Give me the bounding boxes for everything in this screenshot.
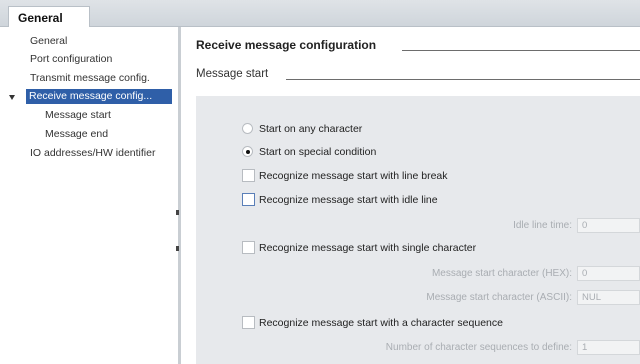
start-char-hex-input[interactable]: 0: [577, 266, 640, 281]
section-title: Receive message configuration: [196, 38, 377, 52]
option-label: Recognize message start with line break: [259, 170, 448, 182]
start-char-ascii-input[interactable]: NUL: [577, 290, 640, 305]
option-label: Recognize message start with single char…: [259, 242, 477, 254]
checkbox[interactable]: [242, 169, 255, 182]
checkbox[interactable]: [242, 316, 255, 329]
nav-item-receive-message-config[interactable]: Receive message config...: [26, 89, 172, 104]
nav-item-message-end[interactable]: Message end: [42, 127, 111, 142]
splitter-handle-icon[interactable]: [176, 246, 179, 251]
start-char-ascii-label: Message start character (ASCII):: [426, 292, 572, 303]
section-divider: [402, 50, 640, 51]
option-label: Recognize message start with a character…: [259, 317, 503, 329]
splitter-handle-icon[interactable]: [176, 210, 179, 215]
checkbox[interactable]: [242, 241, 255, 254]
idle-line-time-input[interactable]: 0: [577, 218, 640, 233]
nav-item-message-start[interactable]: Message start: [42, 108, 114, 123]
subsection-title: Message start: [196, 68, 269, 80]
nav-item-port-configuration[interactable]: Port configuration: [27, 52, 115, 67]
checkbox[interactable]: [242, 193, 255, 206]
idle-line-time-label: Idle line time:: [513, 220, 572, 231]
option-label: Start on special condition: [259, 146, 377, 158]
pane-splitter[interactable]: [178, 27, 181, 364]
num-sequences-label: Number of character sequences to define:: [385, 342, 572, 353]
nav-item-transmit-message-config[interactable]: Transmit message config.: [27, 71, 153, 86]
option-label: Start on any character: [259, 123, 363, 135]
subsection-divider: [286, 79, 640, 80]
tab-general[interactable]: General: [8, 6, 90, 28]
start-char-hex-label: Message start character (HEX):: [431, 268, 572, 279]
nav-item-general[interactable]: General: [27, 34, 70, 49]
radio-button[interactable]: [242, 123, 253, 134]
tab-strip: General: [0, 0, 640, 28]
num-sequences-input[interactable]: 1: [577, 340, 640, 355]
expand-arrow-icon[interactable]: [9, 95, 15, 100]
radio-button-selected[interactable]: [242, 146, 253, 157]
nav-item-io-addresses[interactable]: IO addresses/HW identifier: [27, 146, 158, 161]
option-label: Recognize message start with idle line: [259, 194, 438, 206]
